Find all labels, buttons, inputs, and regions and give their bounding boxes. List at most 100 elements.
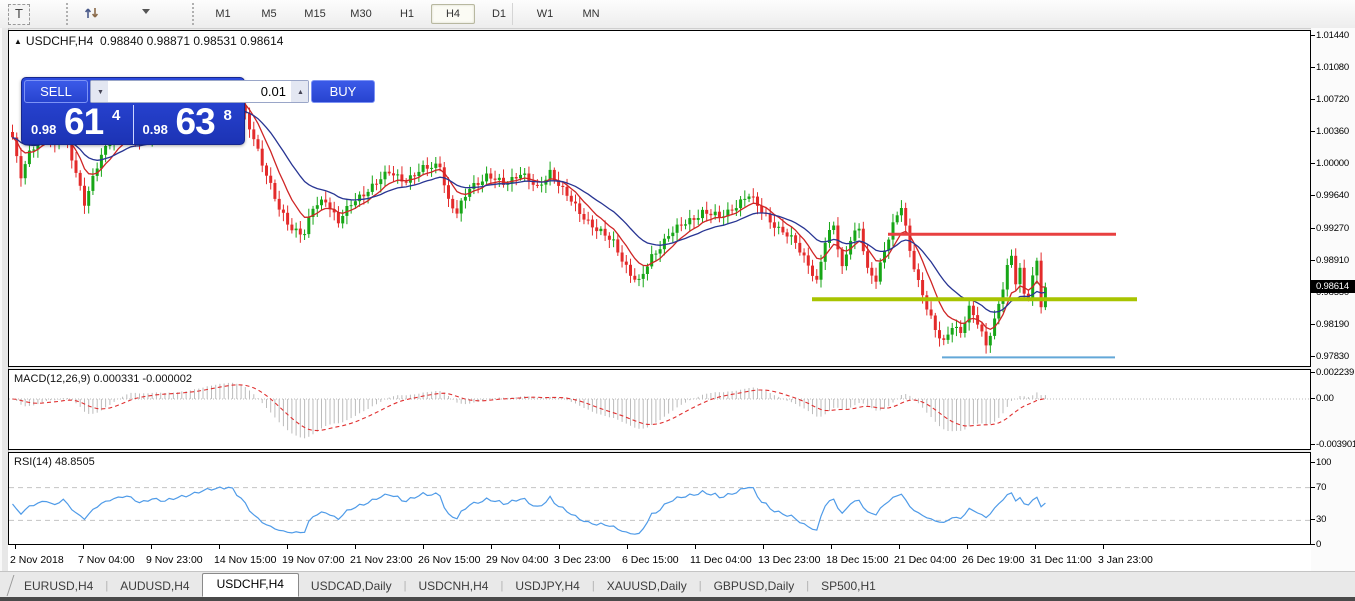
tab-xauusd-daily[interactable]: XAUUSD,Daily (595, 576, 699, 597)
macd-signal-line (13, 385, 1046, 431)
one-click-trade-panel: SELL ▼ ▲ BUY 0.98 61 4 0.98 63 8 (21, 77, 245, 145)
sell-price-button[interactable]: 0.98 61 4 (22, 105, 134, 144)
timeframe-h1[interactable]: H1 (385, 4, 429, 24)
current-price-badge: 0.98614 (1311, 280, 1355, 293)
tab-eurusd-h4[interactable]: EURUSD,H4 (12, 576, 105, 597)
main-chart-pane[interactable]: ▲ USDCHF,H4 0.98840 0.98871 0.98531 0.986… (8, 30, 1311, 367)
rsi-axis-label: 30 (1316, 514, 1326, 525)
collapse-icon[interactable]: ▲ (14, 37, 22, 46)
axis-tick (1311, 260, 1315, 261)
volume-increase-button[interactable]: ▲ (291, 81, 308, 102)
time-tick (491, 545, 492, 549)
sell-button[interactable]: SELL (24, 80, 88, 103)
time-tick (423, 545, 424, 549)
time-tick (1035, 545, 1036, 549)
chart-ohlc-values: 0.98840 0.98871 0.98531 0.98614 (100, 34, 284, 48)
time-axis-label: 19 Nov 07:00 (282, 554, 344, 566)
timeframe-w1[interactable]: W1 (523, 4, 567, 24)
dropdown-caret-icon[interactable] (142, 9, 150, 14)
timeframe-m1[interactable]: M1 (201, 4, 245, 24)
macd-pane[interactable]: MACD(12,26,9) 0.000331 -0.000002 (8, 369, 1311, 450)
text-tool-button[interactable]: T (8, 4, 30, 25)
time-axis-label: 14 Nov 15:00 (214, 554, 276, 566)
cursor-arrows-button[interactable] (84, 5, 154, 23)
time-tick (967, 545, 968, 549)
macd-chart[interactable] (9, 370, 1310, 449)
tab-usdjpy-h4[interactable]: USDJPY,H4 (503, 576, 591, 597)
macd-axis-label: 0.00 (1316, 393, 1334, 404)
chart-symbol: USDCHF,H4 (26, 34, 93, 48)
buy-price-button[interactable]: 0.98 63 8 (134, 105, 245, 144)
time-tick (1103, 545, 1104, 549)
toolbar-grip[interactable] (192, 3, 198, 25)
rsi-line (13, 487, 1046, 534)
time-tick (695, 545, 696, 549)
time-axis-label: 3 Jan 23:00 (1098, 554, 1153, 566)
time-axis-label: 3 Dec 23:00 (554, 554, 611, 566)
price-axis[interactable]: 1.014401.010801.007201.003601.000000.996… (1311, 28, 1355, 571)
trading-platform-window: T M1M5M15M30H1H4D1W1MN ▲ USDCHF,H4 0.9884… (0, 0, 1355, 601)
timeframe-m30[interactable]: M30 (339, 4, 383, 24)
volume-box: ▼ ▲ (90, 80, 309, 103)
price-axis-label: 0.98910 (1316, 255, 1349, 266)
time-axis-label: 21 Nov 23:00 (350, 554, 412, 566)
price-axis-label: 1.00720 (1316, 94, 1349, 105)
buy-button[interactable]: BUY (311, 80, 375, 103)
toolbar-grip[interactable] (66, 3, 72, 25)
time-axis[interactable]: 2 Nov 20187 Nov 04:009 Nov 23:0014 Nov 1… (8, 545, 1311, 571)
timeframe-h4[interactable]: H4 (431, 4, 475, 24)
sort-arrows-icon (84, 5, 100, 21)
axis-tick (1311, 487, 1315, 488)
rsi-chart[interactable] (9, 453, 1310, 544)
axis-tick (1311, 444, 1315, 445)
time-tick (831, 545, 832, 549)
rsi-axis-label: 70 (1316, 482, 1326, 493)
macd-axis-label: 0.002239 (1316, 367, 1354, 378)
time-axis-label: 7 Nov 04:00 (78, 554, 135, 566)
timeframe-d1[interactable]: D1 (477, 4, 521, 24)
rsi-pane[interactable]: RSI(14) 48.8505 (8, 452, 1311, 545)
volume-decrease-button[interactable]: ▼ (91, 81, 108, 102)
time-tick (899, 545, 900, 549)
axis-tick (1311, 228, 1315, 229)
top-toolbar: T M1M5M15M30H1H4D1W1MN (0, 0, 1355, 29)
axis-tick (1311, 163, 1315, 164)
time-axis-label: 2 Nov 2018 (10, 554, 64, 566)
axis-tick (1311, 398, 1315, 399)
axis-tick (1311, 544, 1315, 545)
tab-usdcad-daily[interactable]: USDCAD,Daily (299, 576, 404, 597)
time-axis-label: 11 Dec 04:00 (690, 554, 752, 566)
price-axis-label: 0.99270 (1316, 223, 1349, 234)
time-axis-label: 26 Nov 15:00 (418, 554, 480, 566)
rsi-header: RSI(14) 48.8505 (14, 456, 95, 468)
macd-histogram (13, 383, 1046, 439)
sell-price-big: 61 (64, 101, 103, 143)
price-axis-label: 0.97830 (1316, 351, 1349, 362)
price-axis-label: 1.01080 (1316, 62, 1349, 73)
volume-input[interactable] (108, 81, 291, 102)
timeframe-mn[interactable]: MN (569, 4, 613, 24)
tab-sp500-h1[interactable]: SP500,H1 (809, 576, 888, 597)
price-axis-label: 0.98190 (1316, 319, 1349, 330)
tab-gbpusd-daily[interactable]: GBPUSD,Daily (702, 576, 807, 597)
time-tick (287, 545, 288, 549)
timeframe-buttons: M1M5M15M30H1H4D1W1MN (200, 2, 614, 26)
timeframe-m5[interactable]: M5 (247, 4, 291, 24)
price-axis-label: 1.00360 (1316, 126, 1349, 137)
axis-tick (1311, 99, 1315, 100)
macd-header: MACD(12,26,9) 0.000331 -0.000002 (14, 373, 192, 385)
time-tick (151, 545, 152, 549)
tab-audusd-h4[interactable]: AUDUSD,H4 (108, 576, 201, 597)
macd-axis-label: -0.003901 (1316, 439, 1355, 450)
tab-usdcnh-h4[interactable]: USDCNH,H4 (406, 576, 500, 597)
tab-usdchf-h4[interactable]: USDCHF,H4 (202, 573, 299, 597)
time-tick (763, 545, 764, 549)
axis-tick (1311, 519, 1315, 520)
time-axis-label: 26 Dec 19:00 (962, 554, 1024, 566)
time-axis-label: 31 Dec 11:00 (1030, 554, 1092, 566)
buy-price-prefix: 0.98 (143, 122, 168, 137)
axis-tick (1311, 356, 1315, 357)
axis-tick (1311, 324, 1315, 325)
timeframe-m15[interactable]: M15 (293, 4, 337, 24)
time-tick (355, 545, 356, 549)
